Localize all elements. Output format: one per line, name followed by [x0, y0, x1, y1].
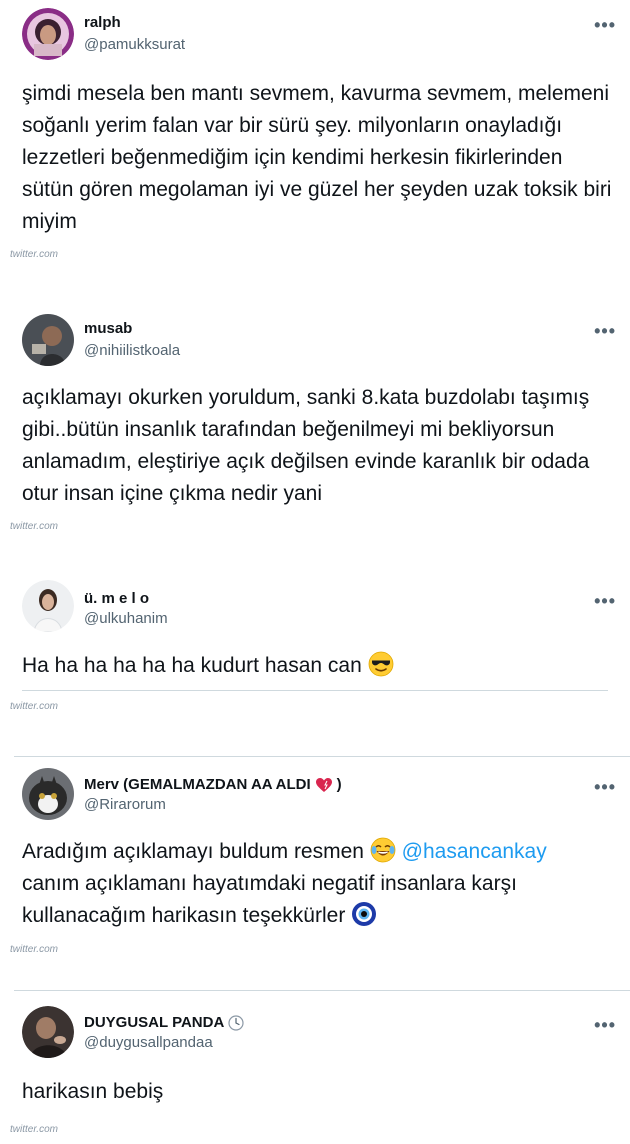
tweet-text: Ha ha ha ha ha ha kudurt hasan can: [22, 650, 618, 682]
display-name[interactable]: DUYGUSAL PANDA: [84, 1014, 244, 1031]
tweet-text: harikasın bebiş: [22, 1080, 164, 1103]
tweet-card: ralph @pamukksurat ••• şimdi mesela ben …: [0, 0, 630, 270]
display-name[interactable]: musab: [84, 320, 132, 337]
more-options-icon[interactable]: •••: [594, 16, 616, 34]
user-handle[interactable]: @Rirarorum: [84, 796, 166, 813]
divider: [22, 690, 608, 691]
heart-icon: [315, 777, 333, 793]
divider: [14, 990, 630, 991]
avatar[interactable]: [22, 1006, 74, 1058]
avatar[interactable]: [22, 8, 74, 60]
mention-link[interactable]: @hasancankay: [402, 840, 547, 863]
user-handle[interactable]: @nihiilistkoala: [84, 342, 180, 359]
user-handle[interactable]: @pamukksurat: [84, 36, 185, 53]
tweet-text-content: Ha ha ha ha ha ha kudurt hasan can: [22, 654, 362, 677]
more-options-icon[interactable]: •••: [594, 592, 616, 610]
display-name[interactable]: ralph: [84, 14, 121, 31]
display-name-text: musab: [84, 320, 133, 337]
display-name-text: ü. m e l o: [84, 590, 150, 607]
tweet-feed: ralph @pamukksurat ••• şimdi mesela ben …: [0, 0, 630, 1144]
tweet-card: musab @nihiilistkoala ••• açıklamayı oku…: [0, 300, 630, 540]
tweet-text: açıklamayı okurken yoruldum, sanki 8.kat…: [22, 386, 590, 505]
display-name-text: DUYGUSAL PANDA: [84, 1014, 225, 1031]
avatar[interactable]: [22, 580, 74, 632]
display-name-suffix: ): [336, 776, 342, 793]
clock-icon: [228, 1014, 244, 1031]
tweet-text: şimdi mesela ben mantı sevmem, kavurma s…: [22, 82, 612, 233]
user-handle[interactable]: @duygusallpandaa: [84, 1034, 213, 1051]
avatar[interactable]: [22, 768, 74, 820]
display-name-text: ralph: [84, 14, 121, 31]
source-label: twitter.com: [10, 701, 58, 712]
tweet-card: DUYGUSAL PANDA @duygusallpandaa ••• hari…: [0, 990, 630, 1144]
source-label: twitter.com: [10, 944, 58, 955]
source-label: twitter.com: [10, 1124, 58, 1135]
display-name[interactable]: ü. m e l o: [84, 590, 149, 607]
user-handle[interactable]: @ulkuhanim: [84, 610, 168, 627]
more-options-icon[interactable]: •••: [594, 1016, 616, 1034]
avatar[interactable]: [22, 314, 74, 366]
more-options-icon[interactable]: •••: [594, 322, 616, 340]
tears-of-joy-face-icon: [370, 837, 396, 863]
tweet-text-part: Aradığım açıklamayı buldum resmen: [22, 840, 364, 863]
sunglasses-face-icon: [368, 651, 394, 677]
tweet-text-part: canım açıklamanı hayatımdaki negatif ins…: [22, 872, 517, 927]
tweet-text: Aradığım açıklamayı buldum resmen @hasan…: [22, 836, 618, 932]
more-options-icon[interactable]: •••: [594, 778, 616, 796]
divider: [14, 756, 630, 757]
display-name-text: Merv (GEMALMAZDAN AA ALDI: [84, 776, 311, 793]
source-label: twitter.com: [10, 521, 58, 532]
tweet-card: ü. m e l o @ulkuhanim ••• Ha ha ha ha ha…: [0, 572, 630, 722]
display-name[interactable]: Merv (GEMALMAZDAN AA ALDI ): [84, 776, 342, 793]
nazar-amulet-icon: [351, 901, 377, 927]
tweet-card: Merv (GEMALMAZDAN AA ALDI ) @Rirarorum •…: [0, 756, 630, 966]
source-label: twitter.com: [10, 249, 58, 260]
